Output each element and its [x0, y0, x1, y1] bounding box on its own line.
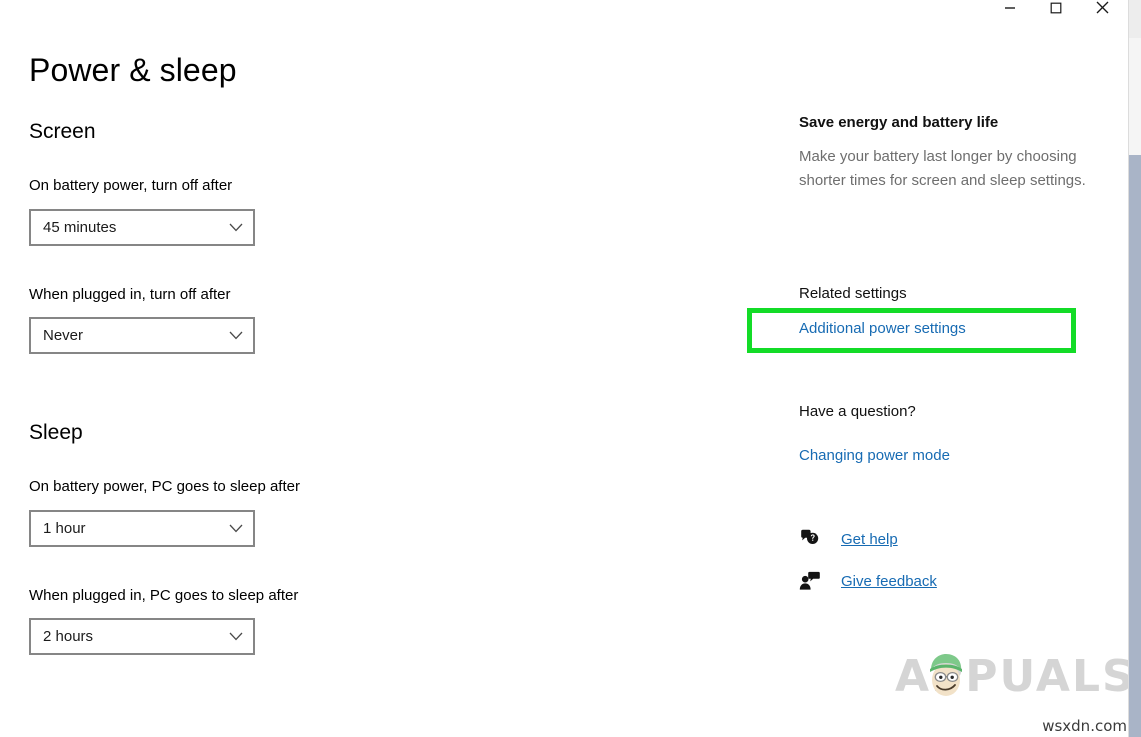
- section-heading-screen: Screen: [29, 120, 96, 143]
- dropdown-sleep-plugged-value: 2 hours: [43, 628, 94, 645]
- dropdown-sleep-battery-value: 1 hour: [43, 520, 86, 537]
- minimize-button[interactable]: [987, 0, 1033, 14]
- maximize-button[interactable]: [1033, 0, 1079, 14]
- label-sleep-plugged: When plugged in, PC goes to sleep after: [29, 587, 299, 604]
- tip-heading: Save energy and battery life: [799, 114, 999, 131]
- dropdown-sleep-battery[interactable]: 1 hour: [29, 510, 255, 547]
- get-help-icon: [799, 529, 825, 549]
- chevron-down-icon: [219, 331, 253, 340]
- appuals-watermark: APPUALS: [895, 650, 1134, 704]
- link-changing-power-mode[interactable]: Changing power mode: [799, 446, 950, 466]
- close-icon: [1096, 1, 1109, 14]
- close-button[interactable]: [1079, 0, 1125, 14]
- window-controls: [987, 0, 1125, 14]
- link-additional-power-settings[interactable]: Additional power settings: [799, 319, 966, 339]
- appuals-mascot-icon: [930, 654, 962, 696]
- label-screen-battery: On battery power, turn off after: [29, 177, 233, 194]
- chevron-down-icon: [219, 632, 253, 641]
- maximize-icon: [1050, 2, 1062, 14]
- dropdown-screen-battery-value: 45 minutes: [43, 219, 117, 236]
- vertical-scrollbar[interactable]: [1128, 0, 1141, 737]
- label-sleep-battery: On battery power, PC goes to sleep after: [29, 478, 300, 495]
- get-help-row[interactable]: Get help: [799, 528, 898, 550]
- minimize-icon: [1004, 2, 1016, 14]
- page-title: Power & sleep: [29, 52, 237, 88]
- dropdown-sleep-plugged[interactable]: 2 hours: [29, 618, 255, 655]
- dropdown-screen-plugged[interactable]: Never: [29, 317, 255, 354]
- dropdown-screen-battery[interactable]: 45 minutes: [29, 209, 255, 246]
- section-heading-sleep: Sleep: [29, 421, 83, 444]
- dropdown-screen-plugged-value: Never: [43, 327, 84, 344]
- chevron-down-icon: [219, 524, 253, 533]
- right-info-panel: Save energy and battery life Make your b…: [799, 0, 1109, 737]
- scrollbar-lower-region: [1129, 155, 1141, 737]
- give-feedback-row[interactable]: Give feedback: [799, 570, 937, 592]
- chevron-down-icon: [219, 223, 253, 232]
- tip-body: Make your battery last longer by choosin…: [799, 148, 1086, 189]
- give-feedback-icon: [799, 571, 825, 591]
- give-feedback-label[interactable]: Give feedback: [841, 573, 937, 590]
- label-screen-plugged: When plugged in, turn off after: [29, 286, 231, 303]
- scrollbar-thumb[interactable]: [1129, 0, 1141, 38]
- site-watermark: wsxdn.com: [1042, 717, 1127, 735]
- related-settings-heading: Related settings: [799, 285, 907, 302]
- get-help-label[interactable]: Get help: [841, 531, 898, 548]
- settings-content: Power & sleep Screen On battery power, t…: [0, 0, 760, 737]
- question-heading: Have a question?: [799, 403, 916, 420]
